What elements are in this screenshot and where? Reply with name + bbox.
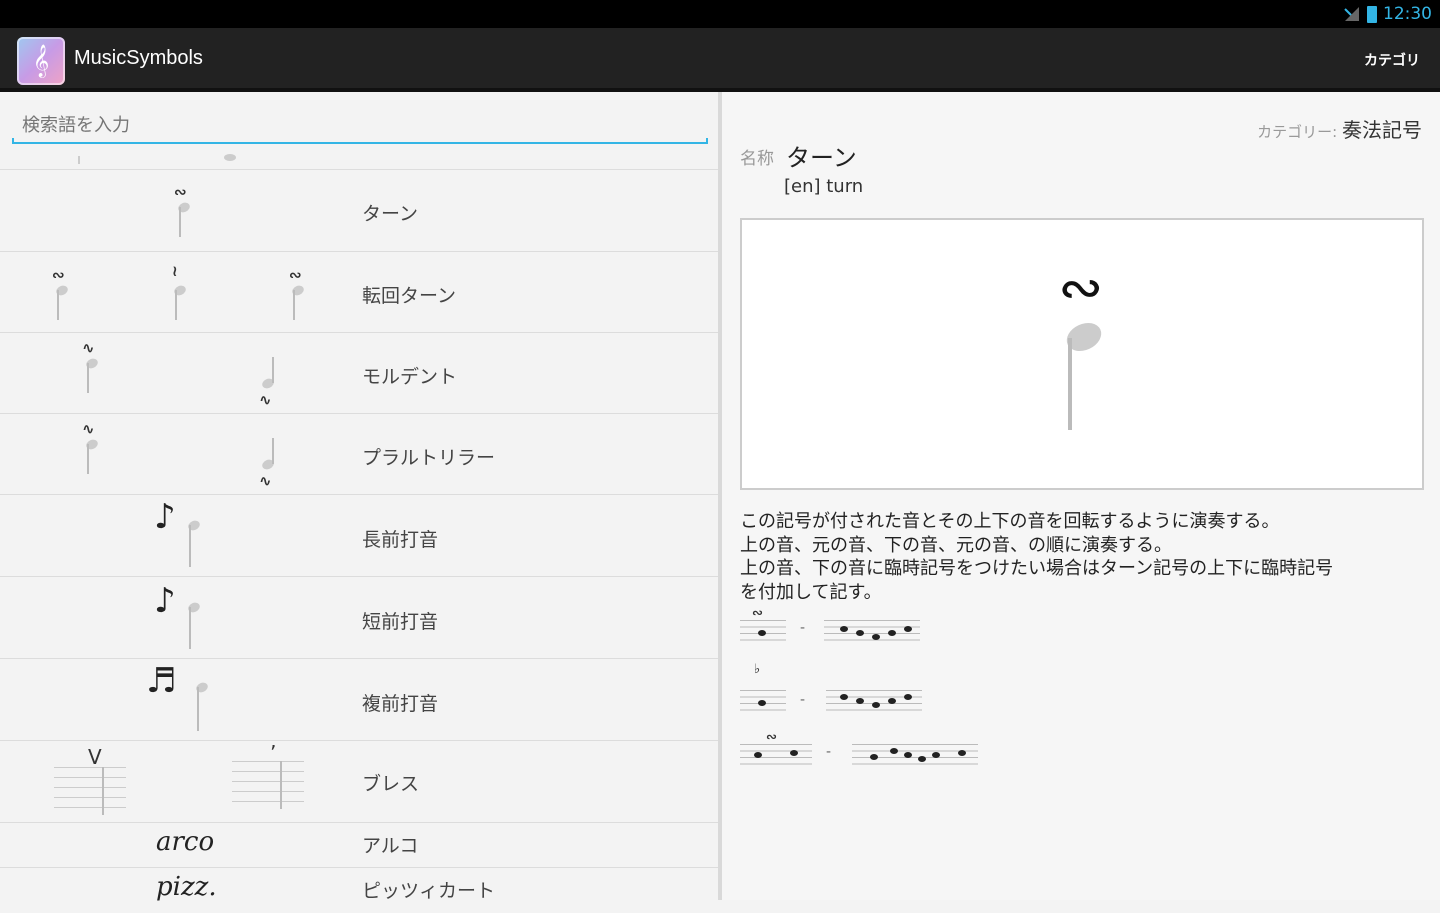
category-line: カテゴリー: 奏法記号 bbox=[1257, 114, 1422, 143]
description-line: を付加して記す。 bbox=[740, 581, 882, 603]
staff-icon bbox=[54, 767, 126, 817]
turn-icon: ∾ bbox=[752, 606, 763, 621]
list-item-label: 転回ターン bbox=[362, 285, 457, 307]
status-time: 12:30 bbox=[1383, 4, 1432, 24]
inverted-turn-icon: ≀ bbox=[172, 262, 178, 280]
trill-icon: ∿ bbox=[259, 472, 272, 490]
mordent-icon: ∿ bbox=[82, 339, 95, 357]
list-item[interactable]: arco アルコ bbox=[0, 823, 718, 868]
list-item-label: 複前打音 bbox=[362, 693, 439, 715]
app-title: MusicSymbols bbox=[74, 47, 203, 69]
action-bar: 𝄞 MusicSymbols カテゴリ bbox=[0, 28, 1440, 92]
list-item[interactable]: V ’ ブレス bbox=[0, 741, 718, 823]
example-dash: - bbox=[826, 744, 832, 760]
category-prefix: カテゴリー: bbox=[1257, 123, 1338, 141]
list-item[interactable]: ♪ 長前打音 bbox=[0, 495, 718, 577]
list-item[interactable]: ∿ ∿ モルデント bbox=[0, 333, 718, 414]
list-item-label: ピッツィカート bbox=[362, 880, 496, 902]
list-item-label: モルデント bbox=[362, 366, 458, 388]
grace-note-icon: ♪ bbox=[154, 581, 176, 621]
description-line: この記号が付された音とその上下の音を回転するように演奏する。 bbox=[740, 511, 1280, 532]
category-button[interactable]: カテゴリ bbox=[1364, 50, 1420, 70]
list-item[interactable]: ∾ ターン bbox=[0, 171, 718, 252]
list-item[interactable]: pizz. ピッツィカート bbox=[0, 868, 718, 913]
turn-icon: ∾ bbox=[766, 730, 777, 745]
arco-text: arco bbox=[156, 827, 215, 857]
list-item-label: 短前打音 bbox=[362, 611, 439, 633]
list-header-strip bbox=[0, 146, 718, 170]
symbol-preview: ∾ bbox=[740, 218, 1424, 490]
description-line: 上の音、下の音に臨時記号をつけたい場合はターン記号の上下に臨時記号 bbox=[740, 558, 1334, 579]
pizz-text: pizz. bbox=[156, 872, 217, 902]
breath-mark-icon: V bbox=[88, 745, 102, 769]
staff-icon bbox=[232, 761, 304, 811]
name-label: 名称 bbox=[740, 149, 774, 169]
list-item[interactable]: ♬ 複前打音 bbox=[0, 659, 718, 741]
description-line: 上の音、元の音、下の音、元の音、の順に演奏する。 bbox=[740, 534, 1172, 556]
turn-icon: ∾ bbox=[1058, 256, 1104, 319]
grace-note-icon: ♪ bbox=[154, 497, 176, 537]
list-item-label: プラルトリラー bbox=[362, 447, 496, 469]
turn-icon: ∾ bbox=[174, 183, 187, 201]
turn-icon: ∾ bbox=[289, 266, 302, 284]
description: この記号が付された音とその上下の音を回転するように演奏する。 上の音、元の音、下… bbox=[740, 510, 1430, 604]
english-name: [en] turn bbox=[784, 176, 864, 197]
trill-icon: ∿ bbox=[82, 420, 95, 438]
example-dash: - bbox=[800, 620, 806, 636]
list-item[interactable]: ♪ 短前打音 bbox=[0, 577, 718, 659]
double-grace-note-icon: ♬ bbox=[146, 661, 177, 701]
turn-icon: ∾ bbox=[52, 266, 65, 284]
list-item-label: ターン bbox=[362, 203, 419, 225]
symbol-name: ターン bbox=[786, 144, 857, 172]
search-input[interactable] bbox=[12, 108, 708, 142]
detail-pane: カテゴリー: 奏法記号 名称 ターン [en] turn ∾ この記号が付された… bbox=[722, 92, 1440, 900]
app-logo-icon[interactable]: 𝄞 bbox=[17, 37, 65, 85]
list-item-label: 長前打音 bbox=[362, 529, 439, 551]
status-icons: 12:30 bbox=[1343, 4, 1432, 24]
search-container bbox=[12, 100, 708, 144]
list-item[interactable]: ∾ ≀ ∾ 転回ターン bbox=[0, 252, 718, 333]
list-item-label: アルコ bbox=[362, 835, 419, 857]
battery-icon bbox=[1367, 5, 1377, 23]
list-item[interactable]: ∿ ∿ プラルトリラー bbox=[0, 414, 718, 495]
example-dash: - bbox=[800, 692, 806, 708]
signal-icon bbox=[1344, 7, 1359, 21]
mordent-icon: ∿ bbox=[259, 391, 272, 409]
list-item-label: ブレス bbox=[362, 773, 420, 795]
search-underline bbox=[12, 138, 708, 144]
flat-turn-icon: ♭ bbox=[754, 662, 761, 677]
status-bar: 12:30 bbox=[0, 0, 1440, 28]
category-value: 奏法記号 bbox=[1342, 118, 1422, 142]
